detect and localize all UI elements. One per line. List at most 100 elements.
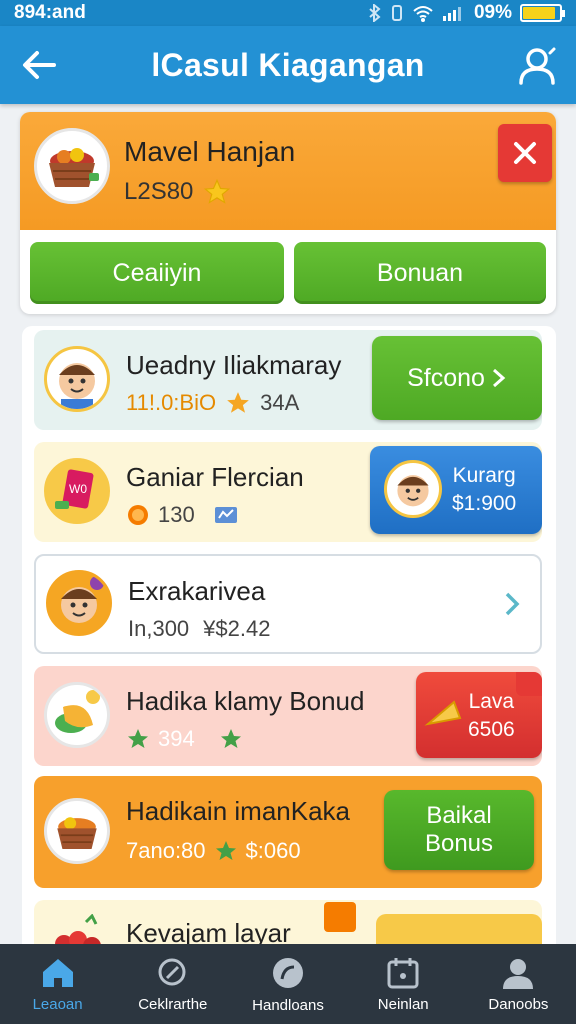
- collect-button[interactable]: Ceaiiyin: [30, 242, 284, 304]
- item-meta: 11!.0:BiO 34A: [126, 390, 299, 416]
- boy-face-icon: [61, 576, 104, 623]
- list-item[interactable]: Exrakarivea In,300 ¥$2.42: [34, 554, 542, 654]
- nav-chat[interactable]: Handloans: [230, 944, 345, 1024]
- back-button[interactable]: [14, 40, 64, 90]
- list-item[interactable]: Ueadny Iliakmaray 11!.0:BiO 34A Sfcono: [34, 330, 542, 430]
- nav-calendar[interactable]: Neinlan: [346, 944, 461, 1024]
- boy-face-icon: [397, 475, 429, 507]
- profile-card: Mavel Hanjan L2S80 Ceaiiyin Bonuan: [20, 112, 556, 314]
- basket-avatar: [44, 798, 110, 864]
- status-bar: 894:and 09%: [0, 0, 576, 26]
- nav-label: Handloans: [252, 996, 324, 1014]
- wifi-icon: [413, 6, 433, 22]
- card-avatar: W0: [44, 458, 110, 524]
- signal-icon: [442, 7, 461, 21]
- cheese-icon: [424, 700, 462, 726]
- action-title: Lava: [468, 690, 515, 713]
- item-value: 7ano:80: [126, 838, 206, 863]
- status-time: 894:and: [14, 2, 86, 23]
- star-icon: [220, 729, 241, 748]
- action-title: Kurarg: [452, 464, 516, 487]
- star-icon: [128, 729, 148, 748]
- item-secondary-value: 34A: [260, 390, 300, 415]
- search-icon: [158, 958, 186, 985]
- item-meta: 7ano:80 $:060: [126, 838, 301, 864]
- action-text: Lava 6506: [468, 688, 515, 744]
- battery-icon: [520, 4, 565, 22]
- action-subtitle: Bonus: [424, 830, 494, 857]
- item-action-button[interactable]: Baikal Bonus: [384, 790, 534, 870]
- user-icon: [503, 958, 534, 989]
- item-meta: 130: [126, 502, 239, 528]
- badge: [324, 902, 356, 932]
- item-value: 130: [158, 502, 195, 527]
- item-value: In,300: [128, 616, 190, 641]
- bottom-nav: Leaoan Ceklrarthe Handloans Neinlan Dano…: [0, 944, 576, 1024]
- action-amount: 6506: [468, 718, 515, 741]
- svg-text:W0: W0: [69, 482, 87, 496]
- boy-avatar: [46, 570, 112, 636]
- vibrate-icon: [391, 5, 402, 21]
- action-title: Baikal: [426, 802, 492, 829]
- item-secondary-value: $:060: [245, 838, 301, 863]
- list-item[interactable]: W0 Ganiar Flercian 130 Kurarg $1:900: [34, 442, 542, 542]
- basket-avatar: [34, 128, 110, 204]
- boy-avatar: [44, 346, 110, 412]
- list-item[interactable]: Hadikain imanKaka 7ano:80 $:060 Baikal B…: [34, 776, 542, 888]
- boy-face-icon: [59, 363, 95, 409]
- nav-profile[interactable]: Danoobs: [461, 944, 576, 1024]
- food-icon: [55, 690, 100, 733]
- profile-header: Mavel Hanjan L2S80: [20, 112, 556, 230]
- battery-level: [523, 7, 556, 19]
- action-label: Sfcono: [407, 363, 485, 392]
- nav-label: Ceklrarthe: [138, 995, 208, 1013]
- nav-label: Leaoan: [32, 995, 83, 1013]
- profile-button[interactable]: [512, 40, 562, 90]
- coin-icon: [128, 505, 148, 525]
- item-secondary-value: ¥$2.42: [203, 616, 271, 641]
- item-value: 394: [158, 726, 195, 751]
- item-value: 11!.0:BiO: [126, 390, 217, 415]
- user-icon: [519, 47, 556, 85]
- nav-home[interactable]: Leaoan: [0, 944, 115, 1024]
- item-title: Hadikain imanKaka: [126, 796, 351, 826]
- close-icon: [514, 142, 536, 164]
- basket-icon: [57, 817, 97, 849]
- chat-icon: [273, 957, 303, 988]
- star-icon: [204, 178, 231, 204]
- page-title: lCasul Kiagangan: [151, 46, 425, 83]
- chevron-right-icon: [492, 368, 506, 388]
- bluetooth-icon: [369, 4, 381, 22]
- action-text: Kurarg $1:900: [452, 462, 516, 518]
- item-title: Hadika klamy Bonud: [126, 686, 365, 716]
- star-icon: [227, 392, 249, 413]
- nav-label: Neinlan: [377, 995, 429, 1013]
- profile-name: Mavel Hanjan: [124, 136, 296, 167]
- item-meta: 394: [126, 726, 243, 752]
- bonus-button[interactable]: Bonuan: [294, 242, 546, 304]
- gift-card-icon: W0: [55, 469, 94, 509]
- nav-label: Danoobs: [488, 995, 549, 1013]
- close-button[interactable]: [498, 124, 552, 182]
- item-title: Ganiar Flercian: [126, 462, 304, 492]
- status-icons: 09%: [368, 2, 565, 24]
- points-value: L2S80: [124, 178, 194, 205]
- home-icon: [42, 958, 73, 987]
- item-title: Exrakarivea: [128, 576, 266, 606]
- list-item[interactable]: Hadika klamy Bonud 394 Lava 6506: [34, 666, 542, 766]
- basket-icon: [49, 148, 99, 187]
- item-action-button[interactable]: Sfcono: [372, 336, 542, 420]
- item-action-button[interactable]: Kurarg $1:900: [370, 446, 542, 534]
- app-header: lCasul Kiagangan: [0, 26, 576, 104]
- item-meta: In,300 ¥$2.42: [128, 616, 270, 642]
- chevron-right-icon[interactable]: [502, 590, 522, 618]
- back-arrow-icon: [23, 51, 56, 79]
- item-action-button[interactable]: Lava 6506: [416, 672, 542, 758]
- calendar-icon: [387, 957, 419, 988]
- nav-search[interactable]: Ceklrarthe: [115, 944, 230, 1024]
- badge: [516, 672, 542, 696]
- food-avatar: [44, 682, 110, 748]
- profile-points: L2S80: [124, 178, 231, 206]
- action-amount: $1:900: [452, 492, 517, 515]
- star-icon: [215, 841, 236, 860]
